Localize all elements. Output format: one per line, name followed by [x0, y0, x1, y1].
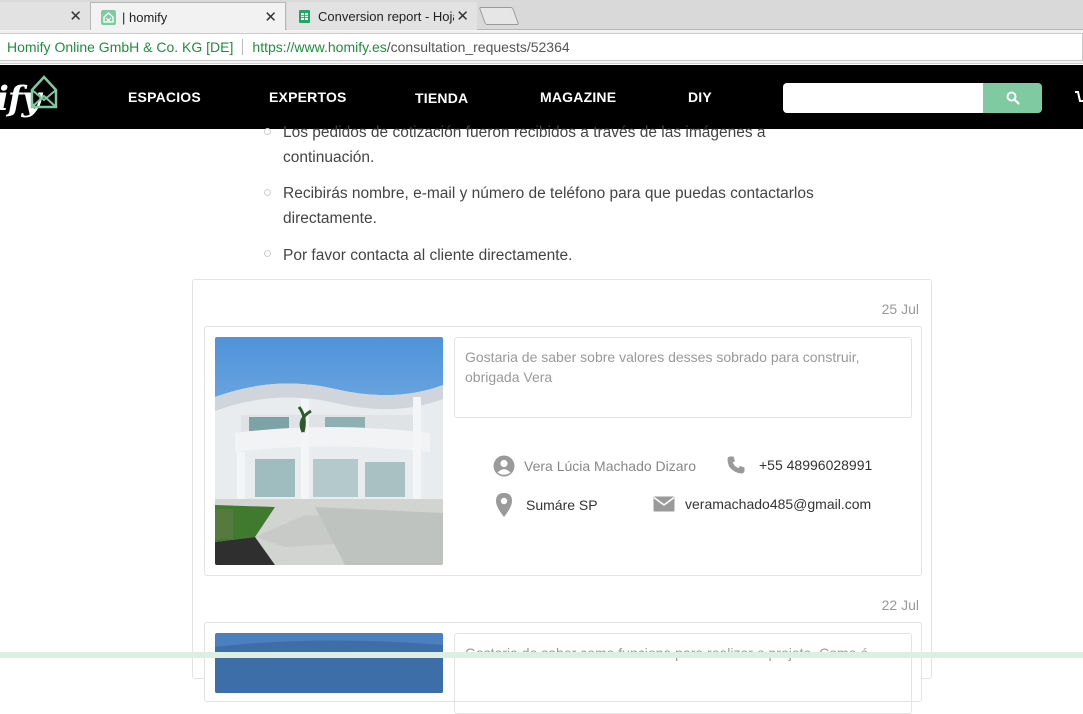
address-bar: Homify Online GmbH & Co. KG [DE] https:/…	[0, 30, 1083, 64]
house-image	[215, 633, 443, 693]
contact-name: Vera Lúcia Machado Dizaro	[493, 455, 696, 477]
instruction-text: Por favor contacta al cliente directamen…	[283, 247, 573, 264]
search-icon	[1006, 91, 1020, 105]
url-host: https://www.homify.es	[252, 39, 387, 55]
user-icon	[493, 455, 515, 477]
contact-name-text: Vera Lúcia Machado Dizaro	[524, 458, 696, 474]
requests-panel: 25 Jul Gostaria de saber sobre valores d…	[192, 279, 932, 714]
request-card: Gostaria de saber como funciona para rea…	[204, 622, 922, 714]
search-input[interactable]	[783, 83, 983, 113]
request-message: Gostaria de saber sobre valores desses s…	[454, 337, 912, 418]
location-pin-icon	[496, 493, 512, 517]
close-icon[interactable]: ✕	[264, 8, 277, 26]
instruction-text: continuación.	[283, 149, 375, 166]
search-button[interactable]	[983, 83, 1042, 113]
instruction-item: Recibirás nombre, e-mail y número de tel…	[283, 181, 814, 231]
bottom-strip	[0, 652, 1083, 658]
contact-email-text[interactable]: veramachado485@gmail.com	[685, 496, 871, 512]
list-bullet	[264, 250, 271, 257]
contact-phone: +55 48996028991	[726, 455, 872, 475]
close-icon[interactable]: ✕	[456, 7, 469, 25]
request-message: Gostaria de saber como funciona para rea…	[454, 633, 912, 714]
tab-title: | homify	[122, 9, 168, 25]
instruction-item: Por favor contacta al cliente directamen…	[283, 243, 572, 268]
request-date: 22 Jul	[881, 597, 919, 613]
list-bullet	[264, 189, 271, 196]
house-image	[215, 337, 443, 565]
contact-email: veramachado485@gmail.com	[653, 496, 871, 512]
phone-icon	[727, 456, 745, 474]
instruction-text: directamente.	[283, 210, 377, 227]
security-label[interactable]: Homify Online GmbH & Co. KG [DE]	[7, 39, 233, 55]
list-bullet	[264, 128, 271, 135]
nav-item-tienda[interactable]: TIENDA	[415, 90, 468, 106]
new-tab-button[interactable]	[478, 7, 520, 25]
project-photo[interactable]	[215, 633, 443, 693]
instruction-text: Recibirás nombre, e-mail y número de tel…	[283, 185, 814, 202]
homify-logo-icon[interactable]	[29, 73, 59, 113]
request-card: Gostaria de saber sobre valores desses s…	[204, 326, 922, 576]
instruction-text: Los pedidos de cotización fueron recibid…	[283, 124, 766, 141]
tab-title: Conversion report - Hoja	[318, 8, 454, 24]
url-path: /consultation_requests/52364	[386, 39, 570, 55]
nav-item-diy[interactable]: DIY	[688, 89, 712, 105]
divider	[242, 39, 244, 55]
homify-favicon-icon	[101, 9, 116, 25]
email-icon	[653, 496, 675, 512]
nav-item-expertos[interactable]: EXPERTOS	[269, 89, 347, 105]
browser-tab[interactable]: ✕	[0, 2, 90, 30]
instruction-item: Los pedidos de cotización fueron recibid…	[283, 120, 766, 170]
contact-location: Sumáre SP	[495, 492, 598, 518]
cart-icon[interactable]	[1074, 89, 1083, 105]
close-icon[interactable]: ✕	[69, 7, 82, 25]
nav-item-magazine[interactable]: MAGAZINE	[540, 89, 616, 105]
request-date: 25 Jul	[881, 301, 919, 317]
contact-location-text: Sumáre SP	[526, 497, 598, 513]
contact-phone-text[interactable]: +55 48996028991	[759, 457, 872, 473]
project-photo[interactable]	[215, 337, 443, 565]
browser-tab-conversion-report[interactable]: Conversion report - Hoja ✕	[287, 2, 477, 30]
browser-tab-bar: ✕ | homify ✕ Conversion report - Hoja ✕	[0, 0, 1083, 31]
sheets-favicon-icon	[299, 9, 310, 23]
url-field[interactable]: Homify Online GmbH & Co. KG [DE] https:/…	[0, 33, 1083, 61]
nav-item-espacios[interactable]: ESPACIOS	[128, 89, 201, 105]
browser-tab-homify[interactable]: | homify ✕	[90, 2, 286, 31]
